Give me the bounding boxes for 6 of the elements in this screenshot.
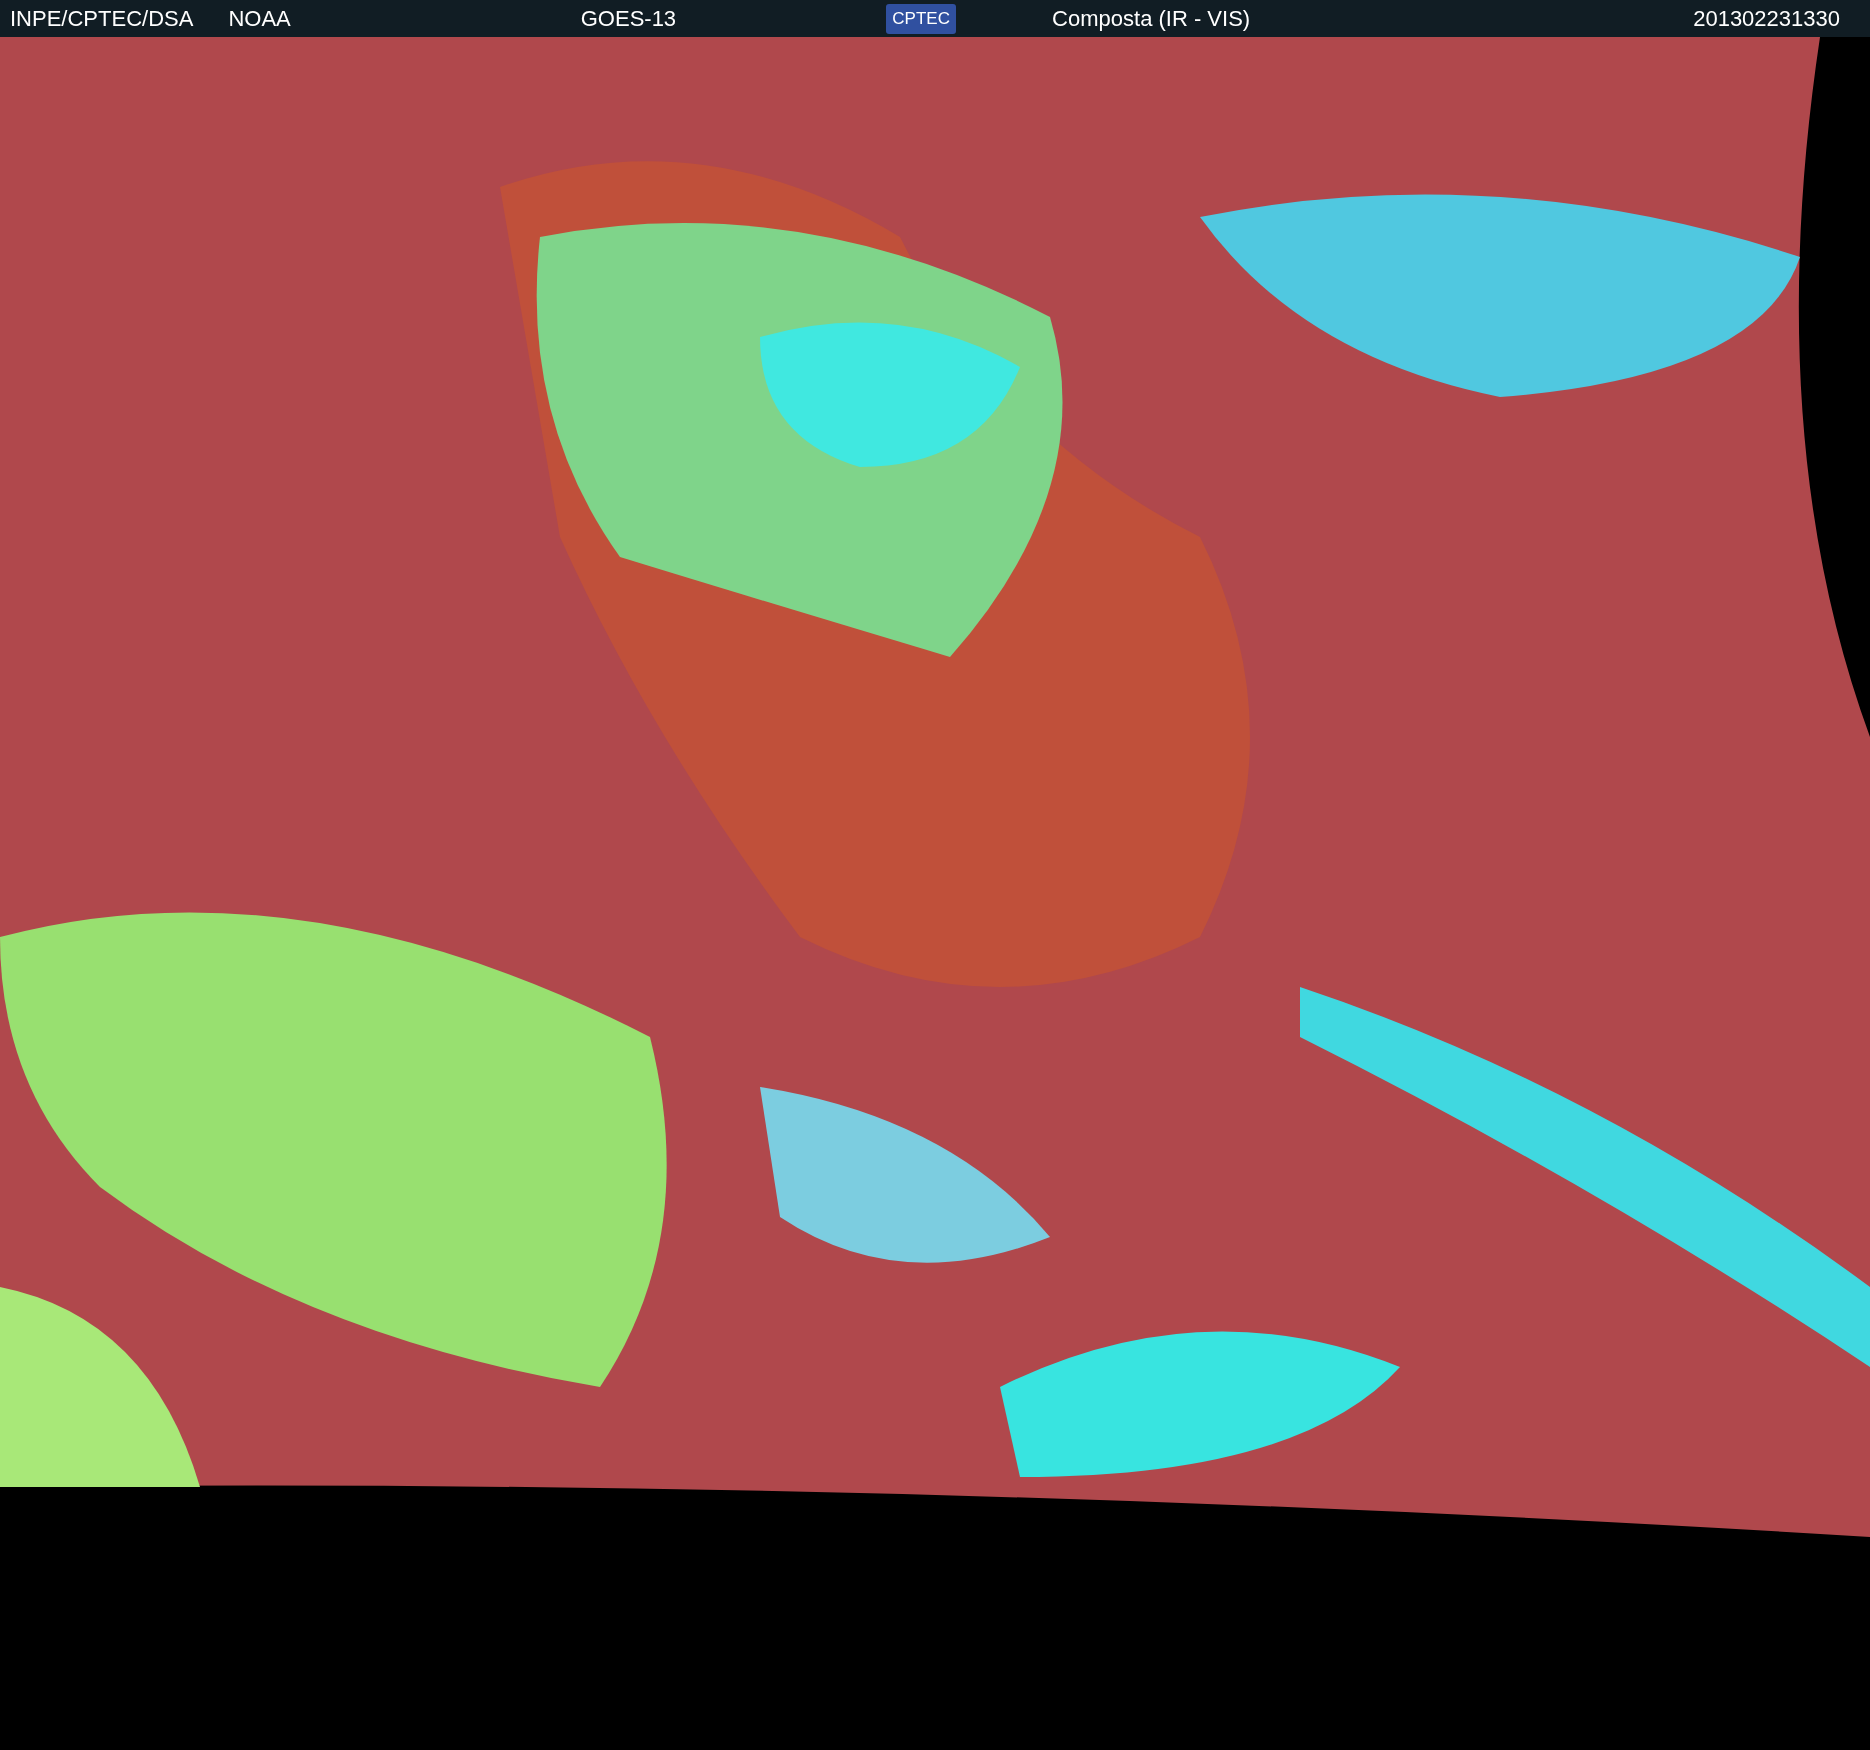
satellite-label: GOES-13 [580,5,677,32]
product-label: Composta (IR - VIS) [1052,5,1251,32]
agency-label: NOAA [228,5,291,32]
timestamp-label: 201302231330 [1693,5,1840,32]
logo: CPTEC [886,3,957,34]
source-label: INPE/CPTEC/DSA [10,5,194,32]
